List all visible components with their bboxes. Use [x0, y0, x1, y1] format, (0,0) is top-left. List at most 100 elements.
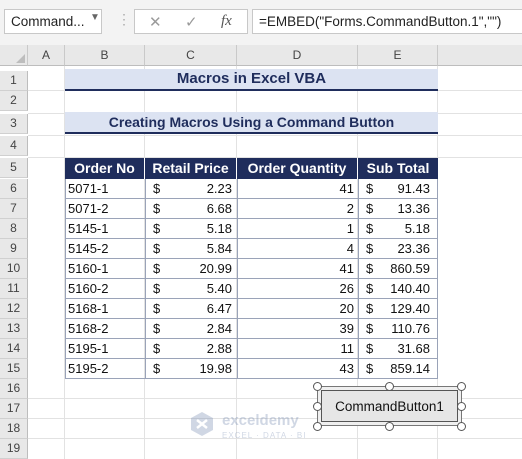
resize-handle[interactable] [457, 382, 466, 391]
cell-order-no[interactable]: 5145-2 [65, 239, 145, 259]
column-header-e[interactable]: E [358, 45, 438, 66]
cell-order-no[interactable]: 5145-1 [65, 219, 145, 239]
cell-order-quantity[interactable]: 11 [237, 339, 358, 359]
cell-subtotal-currency[interactable]: $ [358, 179, 378, 199]
cell-subtotal-currency[interactable]: $ [358, 279, 378, 299]
row-header[interactable]: 5 [0, 158, 28, 178]
cell-order-quantity[interactable]: 43 [237, 359, 358, 379]
cell-subtotal-currency[interactable]: $ [358, 359, 378, 379]
cell-sub-total[interactable]: 23.36 [378, 239, 438, 259]
cell-sub-total[interactable]: 110.76 [378, 319, 438, 339]
cell-order-quantity[interactable]: 2 [237, 199, 358, 219]
cell-sub-total[interactable]: 91.43 [378, 179, 438, 199]
cell-retail-price[interactable]: 19.98 [165, 359, 237, 379]
cell-retail-price[interactable]: 5.40 [165, 279, 237, 299]
cell-order-no[interactable]: 5168-2 [65, 319, 145, 339]
cell-price-currency[interactable]: $ [145, 279, 165, 299]
cell-sub-total[interactable]: 5.18 [378, 219, 438, 239]
row-header[interactable]: 4 [0, 136, 28, 156]
cell-order-quantity[interactable]: 1 [237, 219, 358, 239]
cell-order-no[interactable]: 5160-2 [65, 279, 145, 299]
chevron-down-icon[interactable]: ▼ [90, 12, 100, 23]
cell-order-no[interactable]: 5168-1 [65, 299, 145, 319]
row-header[interactable]: 1 [0, 71, 28, 91]
cell-price-currency[interactable]: $ [145, 219, 165, 239]
row-header[interactable]: 18 [0, 419, 28, 439]
cell-price-currency[interactable]: $ [145, 339, 165, 359]
cell-order-no[interactable]: 5071-1 [65, 179, 145, 199]
cell-retail-price[interactable]: 6.47 [165, 299, 237, 319]
cell-order-quantity[interactable]: 26 [237, 279, 358, 299]
cell-price-currency[interactable]: $ [145, 299, 165, 319]
row-header[interactable]: 16 [0, 379, 28, 399]
formula-input[interactable]: =EMBED("Forms.CommandButton.1","") [252, 9, 522, 34]
row-header[interactable]: 8 [0, 219, 28, 239]
resize-handle[interactable] [385, 382, 394, 391]
row-header[interactable]: 3 [0, 114, 28, 134]
cell-subtotal-currency[interactable]: $ [358, 239, 378, 259]
cell-sub-total[interactable]: 859.14 [378, 359, 438, 379]
cell-retail-price[interactable]: 2.84 [165, 319, 237, 339]
row-header[interactable]: 15 [0, 359, 28, 379]
cell-order-quantity[interactable]: 4 [237, 239, 358, 259]
enter-icon[interactable]: ✓ [185, 13, 198, 31]
resize-handle[interactable] [457, 422, 466, 431]
cell-retail-price[interactable]: 5.18 [165, 219, 237, 239]
row-header[interactable]: 9 [0, 239, 28, 259]
command-button-frame[interactable]: CommandButton1 [317, 386, 462, 426]
cell-order-quantity[interactable]: 20 [237, 299, 358, 319]
select-all-corner[interactable] [0, 45, 28, 66]
cell-price-currency[interactable]: $ [145, 259, 165, 279]
command-button[interactable]: CommandButton1 [321, 390, 458, 422]
cell-retail-price[interactable]: 2.88 [165, 339, 237, 359]
cell-subtotal-currency[interactable]: $ [358, 219, 378, 239]
row-header[interactable]: 19 [0, 439, 28, 459]
row-header[interactable]: 14 [0, 339, 28, 359]
cell-order-quantity[interactable]: 41 [237, 259, 358, 279]
cell-price-currency[interactable]: $ [145, 179, 165, 199]
cell-subtotal-currency[interactable]: $ [358, 299, 378, 319]
cell-sub-total[interactable]: 129.40 [378, 299, 438, 319]
cell-subtotal-currency[interactable]: $ [358, 339, 378, 359]
name-box[interactable]: Command... [4, 9, 102, 34]
cell-sub-total[interactable]: 13.36 [378, 199, 438, 219]
row-header[interactable]: 10 [0, 259, 28, 279]
resize-handle[interactable] [313, 382, 322, 391]
cell-retail-price[interactable]: 20.99 [165, 259, 237, 279]
resize-handle[interactable] [385, 422, 394, 431]
cell-sub-total[interactable]: 860.59 [378, 259, 438, 279]
cell-subtotal-currency[interactable]: $ [358, 259, 378, 279]
row-header[interactable]: 17 [0, 399, 28, 419]
cancel-icon[interactable]: ✕ [149, 13, 162, 31]
row-header[interactable]: 12 [0, 299, 28, 319]
cell-order-no[interactable]: 5071-2 [65, 199, 145, 219]
column-header-a[interactable]: A [28, 45, 65, 66]
cell-subtotal-currency[interactable]: $ [358, 319, 378, 339]
cell-price-currency[interactable]: $ [145, 319, 165, 339]
cell-retail-price[interactable]: 2.23 [165, 179, 237, 199]
cell-order-no[interactable]: 5160-1 [65, 259, 145, 279]
cell-price-currency[interactable]: $ [145, 199, 165, 219]
resize-handle[interactable] [457, 402, 466, 411]
row-header[interactable]: 6 [0, 179, 28, 199]
cell-price-currency[interactable]: $ [145, 359, 165, 379]
row-header[interactable]: 11 [0, 279, 28, 299]
cell-price-currency[interactable]: $ [145, 239, 165, 259]
row-header[interactable]: 7 [0, 199, 28, 219]
column-header-b[interactable]: B [65, 45, 145, 66]
row-header[interactable]: 2 [0, 91, 28, 111]
cell-order-no[interactable]: 5195-1 [65, 339, 145, 359]
cell-order-quantity[interactable]: 39 [237, 319, 358, 339]
cell-order-quantity[interactable]: 41 [237, 179, 358, 199]
cell-retail-price[interactable]: 6.68 [165, 199, 237, 219]
cell-sub-total[interactable]: 140.40 [378, 279, 438, 299]
cell-retail-price[interactable]: 5.84 [165, 239, 237, 259]
cell-subtotal-currency[interactable]: $ [358, 199, 378, 219]
cell-order-no[interactable]: 5195-2 [65, 359, 145, 379]
column-header-d[interactable]: D [237, 45, 358, 66]
sheet-title: Macros in Excel VBA [65, 69, 438, 91]
column-header-c[interactable]: C [145, 45, 237, 66]
row-header[interactable]: 13 [0, 319, 28, 339]
cell-sub-total[interactable]: 31.68 [378, 339, 438, 359]
insert-function-icon[interactable]: fx [221, 13, 232, 30]
